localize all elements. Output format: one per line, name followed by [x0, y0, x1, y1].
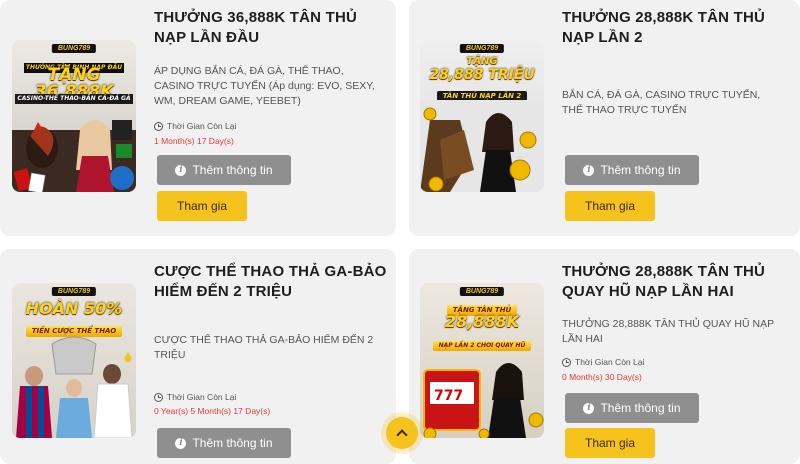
promo-description: CƯỢC THỂ THAO THẢ GA-BẢO HIỂM ĐẾN 2 TRIỆ… — [154, 334, 374, 361]
more-info-button[interactable]: i Thêm thông tin — [565, 393, 699, 423]
time-remaining-label-text: Thời Gian Còn Lại — [167, 121, 237, 131]
promo-description: ÁP DỤNG BẮN CÁ, ĐÁ GÀ, THỂ THAO, CASINO … — [154, 65, 375, 107]
chevron-up-icon — [396, 429, 408, 441]
promo-card: BUNG789 TẶNG TÂN THỦ 28,888K NẠP LẦN 2 C… — [409, 249, 800, 464]
time-remaining-label-text: Thời Gian Còn Lại — [167, 392, 237, 402]
promo-card: BUNG789 THƯỞNG TÂN BINH NẠP ĐẦU TẶNG 36,… — [0, 0, 396, 236]
banner-headline: HOÀN 50% — [25, 299, 123, 318]
time-remaining-value: 0 Month(s) 30 Day(s) — [562, 372, 642, 382]
banner-headline: 28,888K — [444, 312, 520, 331]
promo-banner-image[interactable]: BUNG789 TẶNG TÂN THỦ 28,888K NẠP LẦN 2 C… — [420, 283, 544, 438]
time-remaining-label: Thời Gian Còn Lại — [154, 121, 236, 131]
banner-top-line: TẶNG — [466, 56, 498, 67]
football-players-illustration — [16, 336, 133, 438]
time-remaining-value: 0 Year(s) 5 Month(s) 17 Day(s) — [154, 406, 271, 416]
info-icon: i — [175, 437, 187, 449]
promo-title: THƯỞNG 28,888K TÂN THỦ QUAY HŨ NẠP LẦN H… — [562, 263, 766, 300]
brand-logo: BUNG789 — [459, 44, 505, 53]
brand-logo: BUNG789 — [51, 44, 97, 53]
promo-banner-image[interactable]: BUNG789 THƯỞNG TÂN BINH NẠP ĐẦU TẶNG 36,… — [12, 40, 136, 192]
clock-icon — [154, 121, 163, 131]
info-icon: i — [175, 164, 187, 176]
promo-title: THƯỞNG 36,888K TÂN THỦ NẠP LẦN ĐẦU — [154, 9, 358, 46]
promo-description: THƯỞNG 28,888K TÂN THỦ QUAY HŨ NẠP LẦN H… — [562, 318, 774, 345]
banner-headline: 28,888 TRIỆU — [429, 67, 535, 83]
clock-icon — [154, 392, 163, 402]
promo-description: BẮN CÁ, ĐÁ GÀ, CASINO TRỰC TUYẾN, THỂ TH… — [562, 89, 761, 116]
more-info-button-label: Thêm thông tin — [192, 436, 273, 450]
brand-logo: BUNG789 — [51, 287, 97, 296]
promo-title: THƯỞNG 28,888K TÂN THỦ NẠP LẦN 2 — [562, 9, 766, 46]
more-info-button-label: Thêm thông tin — [600, 163, 681, 177]
promo-card: BUNG789 TẶNG 28,888 TRIỆU TÂN THỦ NẠP LẦ… — [409, 0, 800, 236]
scroll-to-top-button[interactable] — [386, 417, 418, 449]
time-remaining-label: Thời Gian Còn Lại — [154, 392, 236, 402]
time-remaining-label: Thời Gian Còn Lại — [562, 357, 644, 367]
more-info-button-label: Thêm thông tin — [192, 163, 273, 177]
promo-banner-image[interactable]: BUNG789 TẶNG 28,888 TRIỆU TÂN THỦ NẠP LẦ… — [420, 40, 544, 192]
time-remaining-value: 1 Month(s) 17 Day(s) — [154, 136, 234, 146]
more-info-button-label: Thêm thông tin — [600, 401, 681, 415]
time-remaining-label-text: Thời Gian Còn Lại — [575, 357, 645, 367]
more-info-button[interactable]: i Thêm thông tin — [565, 155, 699, 185]
join-button[interactable]: Tham gia — [157, 191, 247, 221]
join-button[interactable]: Tham gia — [565, 191, 655, 221]
more-info-button[interactable]: i Thêm thông tin — [157, 428, 291, 458]
join-button[interactable]: Tham gia — [565, 428, 655, 458]
promo-card: BUNG789 HOÀN 50% TIỀN CƯỢC THỂ THAO CƯỢC… — [0, 249, 396, 464]
promo-title: CƯỢC THỂ THAO THẢ GA-BẢO HIỂM ĐẾN 2 TRIỆ… — [154, 263, 387, 300]
hostess-gold-coins-illustration — [420, 100, 544, 192]
info-icon: i — [583, 164, 595, 176]
promo-banner-image[interactable]: BUNG789 HOÀN 50% TIỀN CƯỢC THỂ THAO — [12, 283, 136, 438]
info-icon: i — [583, 402, 595, 414]
slot-machine-illustration: 777 — [423, 363, 544, 438]
clock-icon — [562, 357, 571, 367]
more-info-button[interactable]: i Thêm thông tin — [157, 155, 291, 185]
casino-scene-illustration — [12, 120, 136, 192]
brand-logo: BUNG789 — [459, 287, 505, 296]
svg-text:777: 777 — [434, 388, 463, 404]
